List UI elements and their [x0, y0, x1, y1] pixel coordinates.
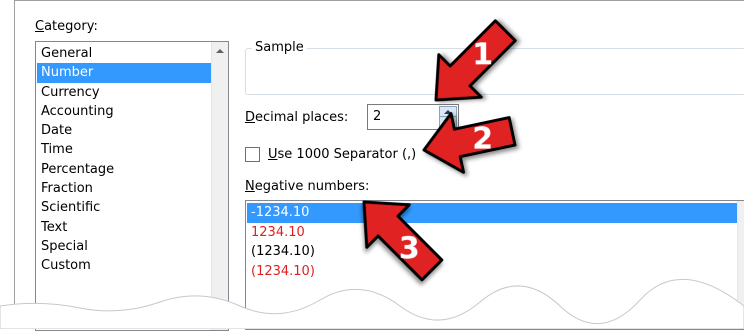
category-item-date[interactable]: Date: [37, 121, 211, 140]
decimal-places-value[interactable]: 2: [373, 109, 381, 124]
category-item-number[interactable]: Number: [37, 63, 211, 83]
scroll-up-icon[interactable]: [212, 44, 228, 58]
negative-item[interactable]: -1234.10: [247, 203, 737, 223]
sample-legend: Sample: [252, 40, 307, 55]
negative-scrollbar[interactable]: [737, 201, 744, 329]
negative-numbers-label: Negative numbers:: [245, 179, 370, 194]
format-cells-dialog: Category: General Number Currency Accoun…: [14, 0, 744, 331]
category-item-text[interactable]: Text: [37, 218, 211, 237]
category-item-special[interactable]: Special: [37, 237, 211, 256]
negative-item[interactable]: (1234.10): [247, 262, 737, 282]
negative-numbers-listbox[interactable]: -1234.10 1234.10 (1234.10) (1234.10): [245, 200, 744, 330]
category-item-fraction[interactable]: Fraction: [37, 179, 211, 198]
sample-group: Sample: [245, 40, 744, 95]
category-item-currency[interactable]: Currency: [37, 83, 211, 102]
category-item-scientific[interactable]: Scientific: [37, 198, 211, 217]
spin-down-icon[interactable]: [439, 117, 457, 128]
category-label: Category:: [35, 19, 98, 34]
decimal-places-spinner[interactable]: 2: [367, 104, 459, 130]
category-listbox[interactable]: General Number Currency Accounting Date …: [35, 41, 229, 331]
negative-item[interactable]: 1234.10: [247, 223, 737, 243]
thousand-separator-checkbox[interactable]: [245, 147, 260, 162]
decimal-places-label: Decimal places:: [245, 110, 349, 125]
negative-item[interactable]: (1234.10): [247, 242, 737, 262]
category-item-time[interactable]: Time: [37, 140, 211, 159]
category-item-custom[interactable]: Custom: [37, 256, 211, 275]
spin-up-icon[interactable]: [439, 106, 457, 117]
category-scrollbar[interactable]: [211, 42, 228, 330]
category-item-accounting[interactable]: Accounting: [37, 102, 211, 121]
category-item-percentage[interactable]: Percentage: [37, 160, 211, 179]
thousand-separator-label[interactable]: Use 1000 Separator (,): [268, 147, 416, 162]
category-item-general[interactable]: General: [37, 44, 211, 63]
